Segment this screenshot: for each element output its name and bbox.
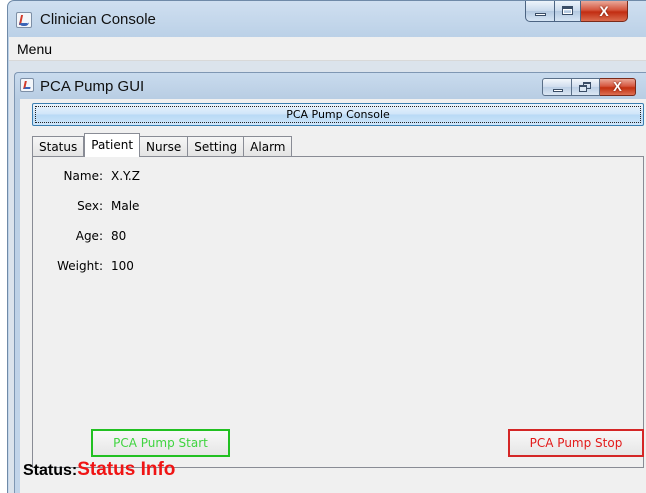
pca-pump-stop-button[interactable]: PCA Pump Stop <box>508 429 644 457</box>
sex-label: Sex: <box>77 199 103 213</box>
inner-title-bar[interactable]: PCA Pump GUI X <box>15 73 646 99</box>
minimize-button[interactable] <box>525 1 555 22</box>
patient-field-weight: Weight: 100 <box>33 259 233 275</box>
pump-content-panel: PCA Pump Console Status Patient Nurse Se… <box>20 99 646 493</box>
patient-field-name: Name: X.Y.Z <box>33 169 233 185</box>
maximize-button[interactable] <box>555 1 581 22</box>
window-title: Clinician Console <box>40 11 156 28</box>
patient-field-age: Age: 80 <box>33 229 233 245</box>
java-app-icon <box>16 12 32 28</box>
restore-icon <box>579 85 587 92</box>
tab-status[interactable]: Status <box>32 136 85 157</box>
inner-minimize-button[interactable] <box>542 78 572 96</box>
patient-field-sex: Sex: Male <box>33 199 233 215</box>
status-value: Status Info <box>77 459 176 480</box>
pca-pump-gui-frame: PCA Pump GUI X PCA Pump Console Status P… <box>14 72 646 493</box>
outer-caption-buttons: X <box>525 1 628 22</box>
inner-close-button[interactable]: X <box>600 78 636 96</box>
tab-nurse[interactable]: Nurse <box>140 136 189 157</box>
name-label: Name: <box>63 169 103 183</box>
maximize-icon <box>562 6 573 15</box>
status-line: Status:Status Info <box>23 459 175 483</box>
status-label: Status: <box>23 462 78 479</box>
minimize-icon <box>553 89 563 92</box>
outer-title-bar[interactable]: Clinician Console X <box>8 1 646 37</box>
pca-pump-console-button[interactable]: PCA Pump Console <box>32 103 644 126</box>
age-value: 80 <box>111 229 127 243</box>
inner-caption-buttons: X <box>542 78 636 96</box>
weight-label: Weight: <box>57 259 103 273</box>
inner-restore-button[interactable] <box>572 78 600 96</box>
patient-tab-panel: Name: X.Y.Z Sex: Male Age: 80 Weight: 10… <box>32 156 644 468</box>
close-button[interactable]: X <box>581 1 628 22</box>
weight-value: 100 <box>111 259 134 273</box>
tab-strip: Status Patient Nurse Setting Alarm <box>32 133 293 157</box>
tab-patient[interactable]: Patient <box>84 133 141 157</box>
minimize-icon <box>535 13 546 16</box>
tab-alarm[interactable]: Alarm <box>244 136 293 157</box>
menu-bar: Menu <box>9 37 646 61</box>
menu-item-menu[interactable]: Menu <box>17 41 52 57</box>
java-app-icon <box>20 78 34 92</box>
pca-pump-start-button[interactable]: PCA Pump Start <box>91 429 230 457</box>
age-label: Age: <box>75 229 103 243</box>
sex-value: Male <box>111 199 140 213</box>
tab-setting[interactable]: Setting <box>188 136 245 157</box>
name-value: X.Y.Z <box>111 169 140 183</box>
close-icon: X <box>599 3 609 19</box>
inner-window-title: PCA Pump GUI <box>40 78 145 95</box>
close-icon: X <box>613 79 622 94</box>
